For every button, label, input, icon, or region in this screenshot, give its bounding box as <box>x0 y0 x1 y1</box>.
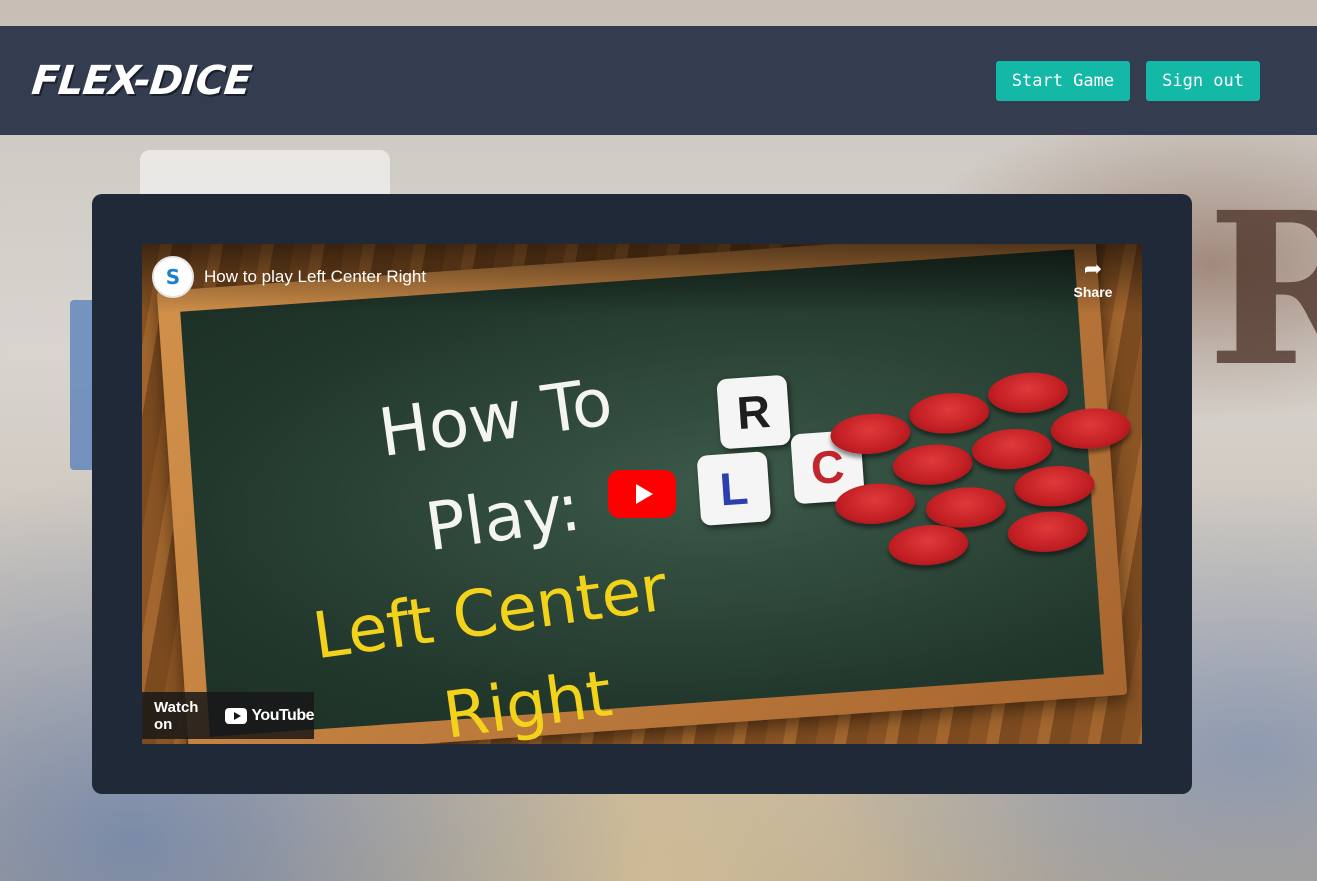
thumbnail-text: Play: <box>420 468 586 567</box>
poker-chip <box>970 426 1054 472</box>
thumbnail-text: Left Center <box>308 551 672 675</box>
poker-chip <box>986 370 1070 416</box>
poker-chip <box>924 484 1008 531</box>
video-header: S How to play Left Center Right ➦ Share <box>142 244 1142 314</box>
video-title[interactable]: How to play Left Center Right <box>204 267 426 287</box>
nav-actions: Start Game Sign out <box>995 60 1260 101</box>
poker-chip <box>1006 509 1089 555</box>
watch-on-label: Watch on <box>154 698 199 733</box>
app-logo[interactable]: FLEX-DICE <box>30 58 253 104</box>
share-icon: ➦ <box>1083 256 1103 281</box>
navbar: FLEX-DICE Start Game Sign out <box>0 26 1317 135</box>
die-l: L <box>696 451 772 526</box>
youtube-logo: YouTube <box>225 707 314 725</box>
thumbnail-text: How To <box>374 363 618 472</box>
video-card: How To Play: Left Center Right R L C S H… <box>92 194 1192 794</box>
top-strip <box>0 0 1317 26</box>
watch-on-youtube-button[interactable]: Watch on YouTube <box>142 692 314 739</box>
poker-chip <box>1013 463 1096 509</box>
play-button[interactable] <box>608 470 676 518</box>
thumbnail-text: Right <box>439 657 617 744</box>
start-game-button[interactable]: Start Game <box>995 60 1131 101</box>
share-label: Share <box>1073 284 1113 300</box>
die-r: R <box>716 374 791 450</box>
poker-chip <box>891 441 975 488</box>
youtube-wordmark: YouTube <box>251 706 314 724</box>
sign-out-button[interactable]: Sign out <box>1146 60 1260 101</box>
poker-chip <box>907 390 991 437</box>
youtube-play-icon <box>225 707 248 724</box>
poker-chip <box>887 522 970 568</box>
background-letter: R <box>1207 166 1317 413</box>
play-icon <box>635 484 653 504</box>
channel-avatar[interactable]: S <box>152 256 194 298</box>
share-button[interactable]: ➦ Share <box>1070 256 1116 300</box>
youtube-embed[interactable]: How To Play: Left Center Right R L C S H… <box>142 244 1142 744</box>
